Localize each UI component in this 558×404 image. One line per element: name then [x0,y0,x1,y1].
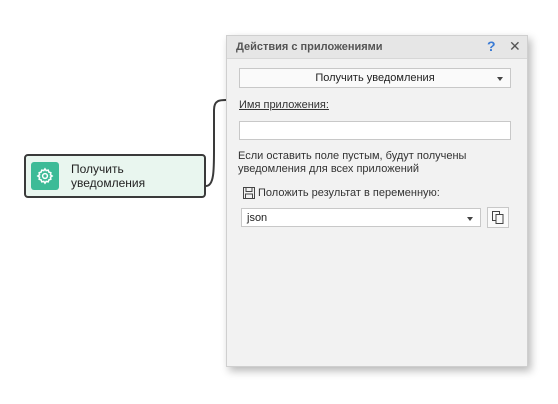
variable-dropdown[interactable]: json [241,208,481,227]
chevron-down-icon [467,217,473,221]
canvas: Получить уведомления Действия с приложен… [0,0,558,404]
variable-dropdown-value: json [247,211,268,224]
save-result-row: Положить результат в переменную: [243,187,440,199]
floppy-disk-icon [243,187,255,199]
panel-header: Действия с приложениями ? ✕ [227,36,527,59]
app-name-label: Имя приложения: [239,99,329,111]
action-dropdown-value: Получить уведомления [315,72,435,84]
save-result-label: Положить результат в переменную: [258,187,440,199]
panel-title: Действия с приложениями [236,41,383,53]
workflow-node[interactable]: Получить уведомления [24,154,206,198]
help-icon[interactable]: ? [487,38,496,54]
action-dropdown[interactable]: Получить уведомления [239,68,511,88]
close-icon[interactable]: ✕ [509,38,521,55]
copy-icon [492,211,504,224]
node-label: Получить уведомления [71,162,146,190]
chevron-down-icon [497,77,503,81]
app-name-input[interactable] [239,121,511,140]
gear-icon [31,162,59,190]
copy-button[interactable] [487,207,509,228]
action-panel: Действия с приложениями ? ✕ Получить уве… [226,35,528,367]
hint-text: Если оставить поле пустым, будут получен… [238,150,467,175]
